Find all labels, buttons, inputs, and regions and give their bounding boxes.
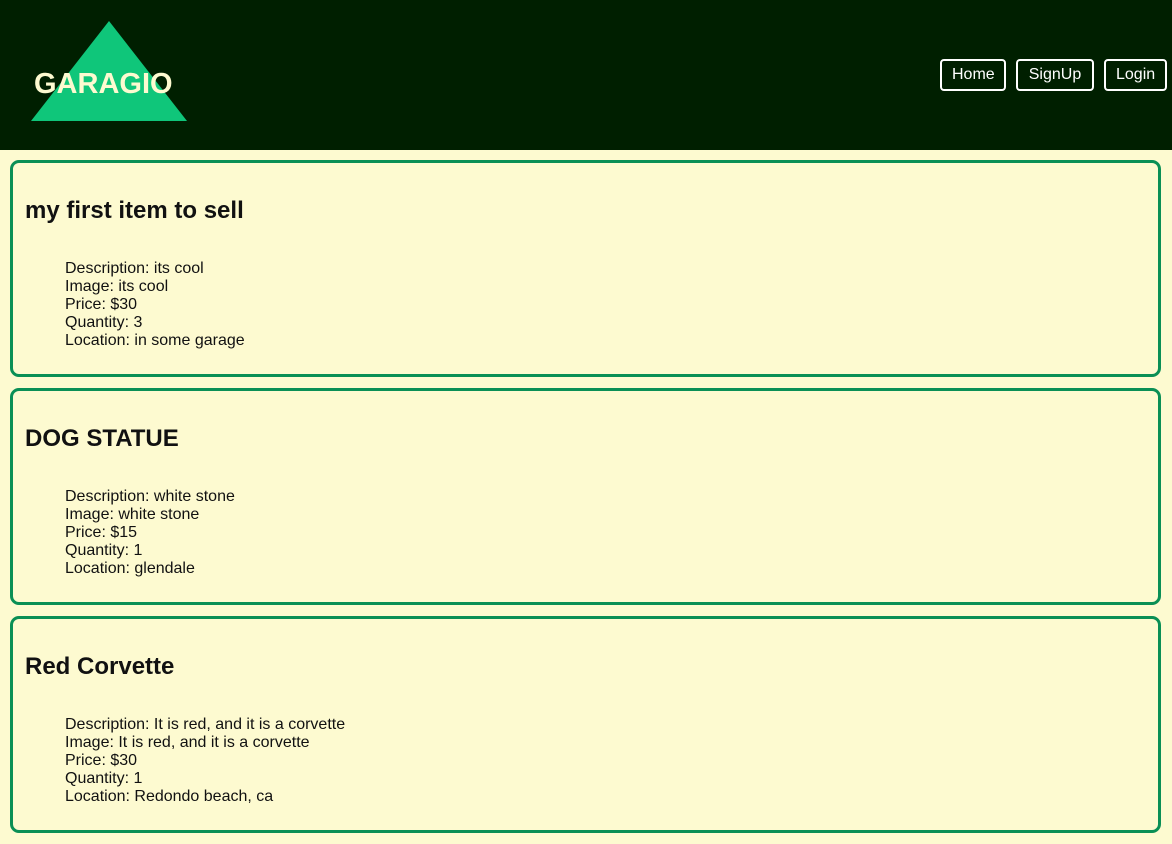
site-header: GARAGIO Home SignUp Login: [0, 0, 1172, 150]
listing-details: Description: It is red, and it is a corv…: [65, 716, 1146, 806]
listing-title: my first item to sell: [25, 197, 244, 224]
listing-description: Description: It is red, and it is a corv…: [65, 716, 346, 733]
listing-price: Price: $30: [65, 296, 138, 313]
brand-logo[interactable]: GARAGIO: [31, 21, 187, 121]
listing-description: Description: white stone: [65, 488, 235, 505]
listing-description: Description: its cool: [65, 260, 204, 277]
listing-card: my first item to sell Description: its c…: [10, 160, 1161, 377]
listing-quantity: Quantity: 1: [65, 542, 143, 559]
listing-location: Location: Redondo beach, ca: [65, 788, 274, 805]
listing-title: DOG STATUE: [25, 425, 179, 452]
main-nav: Home SignUp Login: [940, 59, 1167, 91]
home-button[interactable]: Home: [940, 59, 1006, 91]
listing-details: Description: its cool Image: its cool Pr…: [65, 260, 1146, 350]
listing-price: Price: $30: [65, 752, 138, 769]
listing-quantity: Quantity: 3: [65, 314, 143, 331]
listing-location: Location: glendale: [65, 560, 195, 577]
listing-title: Red Corvette: [25, 653, 175, 680]
signup-button[interactable]: SignUp: [1016, 59, 1094, 91]
listings: my first item to sell Description: its c…: [10, 160, 1161, 844]
listing-location: Location: in some garage: [65, 332, 245, 349]
listing-image: Image: its cool: [65, 278, 169, 295]
listing-price: Price: $15: [65, 524, 138, 541]
login-button[interactable]: Login: [1104, 59, 1167, 91]
listing-card: Red Corvette Description: It is red, and…: [10, 616, 1161, 833]
listing-image: Image: It is red, and it is a corvette: [65, 734, 310, 751]
brand-name: GARAGIO: [34, 68, 173, 100]
listing-quantity: Quantity: 1: [65, 770, 143, 787]
listing-image: Image: white stone: [65, 506, 200, 523]
listing-card: DOG STATUE Description: white stone Imag…: [10, 388, 1161, 605]
listing-details: Description: white stone Image: white st…: [65, 488, 1146, 578]
